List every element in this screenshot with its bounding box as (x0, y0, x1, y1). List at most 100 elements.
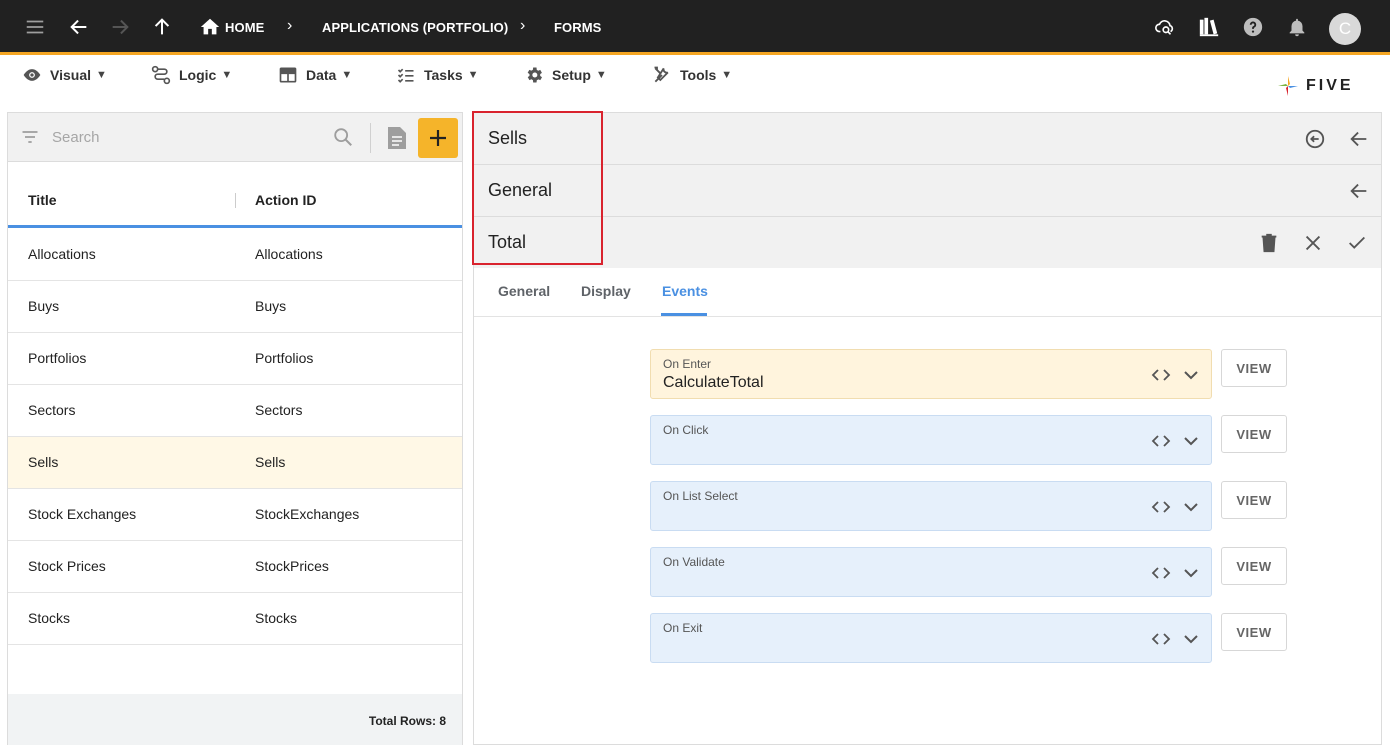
menu-icon[interactable] (23, 15, 47, 39)
logo-text: FIVE (1306, 77, 1354, 94)
caret-down-icon: ▼ (467, 69, 479, 81)
code-icon[interactable] (1151, 432, 1171, 450)
on-exit-label: On Exit (663, 621, 703, 635)
view-button-on-enter[interactable]: VIEW (1221, 349, 1287, 387)
cell-title: Sectors (28, 402, 76, 418)
history-icon[interactable] (1302, 126, 1328, 152)
menu-tasks[interactable]: Tasks ▼ (396, 64, 479, 86)
code-icon[interactable] (1151, 366, 1171, 384)
chevron-down-icon[interactable] (1181, 498, 1201, 516)
menu-tools[interactable]: Tools ▼ (652, 64, 732, 86)
chevron-down-icon[interactable] (1181, 564, 1201, 582)
filter-icon[interactable] (20, 127, 40, 147)
on-validate-label: On Validate (663, 555, 725, 569)
tab-bar: General Display Events (474, 268, 1381, 317)
on-click-field[interactable]: On Click (650, 415, 1212, 465)
breadcrumb-applications[interactable]: APPLICATIONS (PORTFOLIO) (322, 20, 508, 35)
menu-setup-label: Setup (552, 67, 591, 83)
view-button-on-click[interactable]: VIEW (1221, 415, 1287, 453)
cloud-search-icon[interactable] (1153, 15, 1177, 39)
close-icon[interactable] (1300, 230, 1326, 256)
search-bar (8, 113, 462, 162)
top-bar: HOME › APPLICATIONS (PORTFOLIO) › FORMS … (0, 0, 1390, 55)
menu-visual-label: Visual (50, 67, 91, 83)
search-icon[interactable] (332, 126, 354, 148)
column-header-action-id[interactable]: Action ID (255, 192, 316, 208)
table-row[interactable]: Buys Buys (8, 281, 462, 333)
on-enter-label: On Enter (663, 357, 712, 371)
table-row[interactable]: Stocks Stocks (8, 593, 462, 645)
code-icon[interactable] (1151, 564, 1171, 582)
on-list-select-field[interactable]: On List Select (650, 481, 1212, 531)
caret-down-icon: ▼ (595, 69, 607, 81)
tab-general[interactable]: General (498, 283, 550, 299)
avatar[interactable]: C (1329, 13, 1361, 45)
list-panel: Title Action ID Allocations Allocations … (7, 112, 463, 745)
column-header-title[interactable]: Title (28, 192, 57, 208)
forward-arrow-icon[interactable] (108, 15, 132, 39)
caret-down-icon: ▼ (96, 69, 107, 81)
cell-action-id: Portfolios (255, 350, 314, 366)
chevron-down-icon[interactable] (1181, 432, 1201, 450)
table-row[interactable]: Allocations Allocations (8, 229, 462, 281)
table-header: Title Action ID (8, 173, 462, 228)
on-click-label: On Click (663, 423, 709, 437)
chevron-down-icon[interactable] (1181, 630, 1201, 648)
menu-visual[interactable]: Visual ▼ (22, 64, 107, 86)
view-button-on-validate[interactable]: VIEW (1221, 547, 1287, 585)
menu-bar: Visual ▼ Logic ▼ Data ▼ Tasks ▼ Setup ▼ … (0, 58, 1390, 110)
view-button-on-list-select[interactable]: VIEW (1221, 481, 1287, 519)
breadcrumb-separator: › (520, 17, 526, 34)
caret-down-icon: ▼ (341, 69, 353, 81)
back-arrow-icon[interactable] (1346, 178, 1372, 204)
active-tab-indicator (661, 313, 707, 316)
menu-logic[interactable]: Logic ▼ (151, 64, 232, 86)
document-icon[interactable] (386, 125, 408, 151)
menu-setup[interactable]: Setup ▼ (524, 64, 607, 86)
table-row[interactable]: Sectors Sectors (8, 385, 462, 437)
code-icon[interactable] (1151, 630, 1171, 648)
cell-action-id: Sectors (255, 402, 303, 418)
help-icon[interactable] (1241, 15, 1265, 39)
home-icon[interactable] (198, 15, 222, 39)
view-button-on-exit[interactable]: VIEW (1221, 613, 1287, 651)
cell-action-id: Sells (255, 454, 286, 470)
on-validate-field[interactable]: On Validate (650, 547, 1212, 597)
cell-title: Stocks (28, 610, 71, 626)
logic-icon (151, 65, 171, 85)
cell-title: Allocations (28, 246, 96, 262)
chevron-down-icon[interactable] (1181, 366, 1201, 384)
tab-events[interactable]: Events (662, 283, 708, 299)
cell-title: Portfolios (28, 350, 87, 366)
cell-action-id: Stocks (255, 610, 298, 626)
up-arrow-icon[interactable] (150, 15, 174, 39)
table-row[interactable]: Portfolios Portfolios (8, 333, 462, 385)
header-title-total: Total (488, 232, 527, 252)
tab-display[interactable]: Display (581, 283, 631, 299)
divider (370, 123, 371, 153)
table-row[interactable]: Stock Prices StockPrices (8, 541, 462, 593)
breadcrumb-forms[interactable]: FORMS (554, 20, 601, 35)
library-icon[interactable] (1197, 15, 1221, 39)
back-arrow-icon[interactable] (1346, 126, 1372, 152)
search-input[interactable] (52, 125, 322, 149)
code-icon[interactable] (1151, 498, 1171, 516)
table-row[interactable]: Stock Exchanges StockExchanges (8, 489, 462, 541)
five-logo-icon (1278, 76, 1298, 96)
on-exit-field[interactable]: On Exit (650, 613, 1212, 663)
cell-title: Stock Exchanges (28, 506, 137, 522)
breadcrumb-home[interactable]: HOME (225, 20, 264, 35)
notifications-icon[interactable] (1285, 15, 1309, 39)
cell-action-id: Buys (255, 298, 287, 314)
delete-icon[interactable] (1256, 230, 1282, 256)
table-row-selected[interactable]: Sells Sells (8, 437, 462, 489)
detail-panel: Sells General Total General Display Even… (473, 112, 1382, 745)
on-enter-value: CalculateTotal (663, 374, 764, 391)
check-icon[interactable] (1344, 230, 1370, 256)
on-enter-field[interactable]: On Enter CalculateTotal (650, 349, 1212, 399)
caret-down-icon: ▼ (721, 69, 733, 81)
back-arrow-icon[interactable] (67, 15, 91, 39)
add-button[interactable] (418, 118, 458, 158)
breadcrumb-separator: › (287, 17, 293, 34)
menu-data[interactable]: Data ▼ (278, 64, 352, 86)
